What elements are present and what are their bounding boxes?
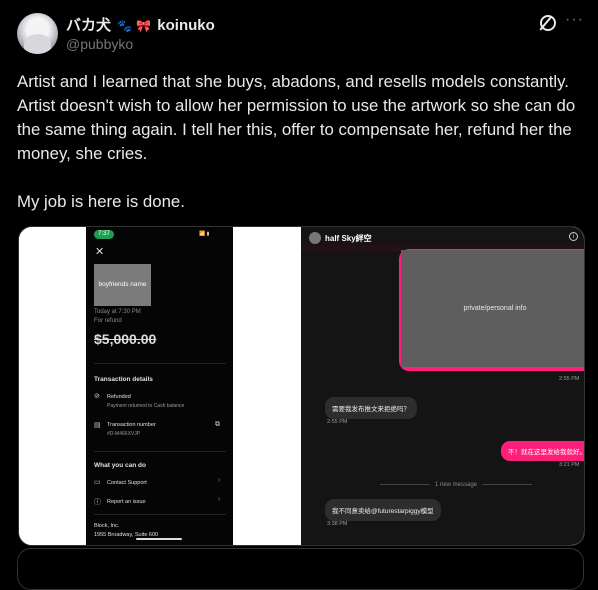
divider bbox=[94, 363, 226, 364]
media-left-pane: 7:37 📶 ▮ ✕ boyfriends name Today at 7:30… bbox=[19, 227, 301, 545]
phone-time: 7:37 bbox=[94, 230, 114, 239]
paw-emoji-icon: 🐾 bbox=[117, 19, 133, 33]
avatar[interactable] bbox=[17, 13, 58, 54]
info-icon: i bbox=[569, 232, 578, 241]
transaction-details-header: Transaction details bbox=[94, 376, 153, 383]
tweet-paragraph-2: My job is here is done. bbox=[17, 192, 185, 211]
phone-status-icons: 📶 ▮ bbox=[199, 231, 210, 237]
chevron-right-icon: › bbox=[218, 496, 221, 503]
divider bbox=[94, 514, 226, 515]
display-name-text: バカ犬 bbox=[66, 17, 112, 34]
chevron-right-icon: › bbox=[218, 477, 221, 484]
received-message: 我不同意卖给@futurestarpiggy模型 bbox=[325, 499, 441, 521]
payment-note: For refund bbox=[94, 318, 122, 324]
received-message: 需要我发布推文来拒绝吗？ bbox=[325, 397, 417, 419]
contact-name: half Sky絆空 bbox=[325, 234, 372, 243]
transaction-number-value: #D-M466XVJP bbox=[107, 431, 141, 437]
user-handle[interactable]: @pubbyko bbox=[66, 36, 133, 52]
copy-icon: ⧉ bbox=[215, 421, 220, 428]
refunded-sub: Payment returned to Cash balance bbox=[107, 403, 185, 409]
home-indicator bbox=[136, 538, 182, 540]
sent-message: 不！就在这里发给我就好。 bbox=[501, 441, 584, 461]
receipt-icon: ▤ bbox=[94, 422, 101, 429]
timestamp: 3:38 PM bbox=[327, 521, 348, 527]
refund-icon: ⊘ bbox=[94, 393, 100, 400]
profile-photo-redacted: boyfriends name bbox=[94, 264, 151, 306]
timestamp: 3:21 PM bbox=[559, 462, 580, 468]
tweet-paragraph-1: Artist and I learned that she buys, abad… bbox=[17, 72, 576, 163]
display-name-suffix: koinuko bbox=[157, 17, 215, 34]
timestamp: 2:55 PM bbox=[327, 419, 348, 425]
refunded-label: Refunded bbox=[107, 394, 131, 400]
transaction-number-label: Transaction number bbox=[107, 422, 156, 428]
phone-screenshot: 7:37 📶 ▮ ✕ boyfriends name Today at 7:30… bbox=[86, 227, 233, 545]
quoted-post-card[interactable] bbox=[17, 548, 584, 590]
redacted-private-info: private/personal info bbox=[401, 250, 584, 367]
payment-amount: $5,000.00 bbox=[94, 331, 157, 347]
more-options-icon[interactable]: ··· bbox=[565, 11, 584, 29]
payment-date: Today at 7:30 PM bbox=[94, 309, 141, 315]
contact-support-item: Contact Support bbox=[107, 480, 147, 486]
media-attachment[interactable]: 7:37 📶 ▮ ✕ boyfriends name Today at 7:30… bbox=[18, 226, 585, 546]
divider bbox=[94, 451, 226, 452]
company-name: Block, Inc. bbox=[94, 523, 120, 529]
chat-screenshot: half Sky絆空 i private/personal info 2:55 … bbox=[301, 227, 584, 545]
what-you-can-do-header: What you can do bbox=[94, 462, 146, 469]
grok-icon[interactable] bbox=[540, 15, 556, 31]
timestamp: 2:55 PM bbox=[559, 376, 580, 382]
ribbon-emoji-icon: 🎀 bbox=[136, 19, 152, 33]
display-name[interactable]: バカ犬 🐾 🎀 koinuko bbox=[66, 14, 215, 35]
contact-avatar bbox=[309, 232, 321, 244]
alert-icon: ⓘ bbox=[94, 499, 101, 506]
report-issue-item: Report an issue bbox=[107, 499, 146, 505]
close-icon: ✕ bbox=[95, 246, 105, 258]
tweet-text: Artist and I learned that she buys, abad… bbox=[17, 70, 587, 238]
chat-icon: ▭ bbox=[94, 479, 101, 486]
new-message-divider: 1 new message bbox=[361, 482, 551, 488]
